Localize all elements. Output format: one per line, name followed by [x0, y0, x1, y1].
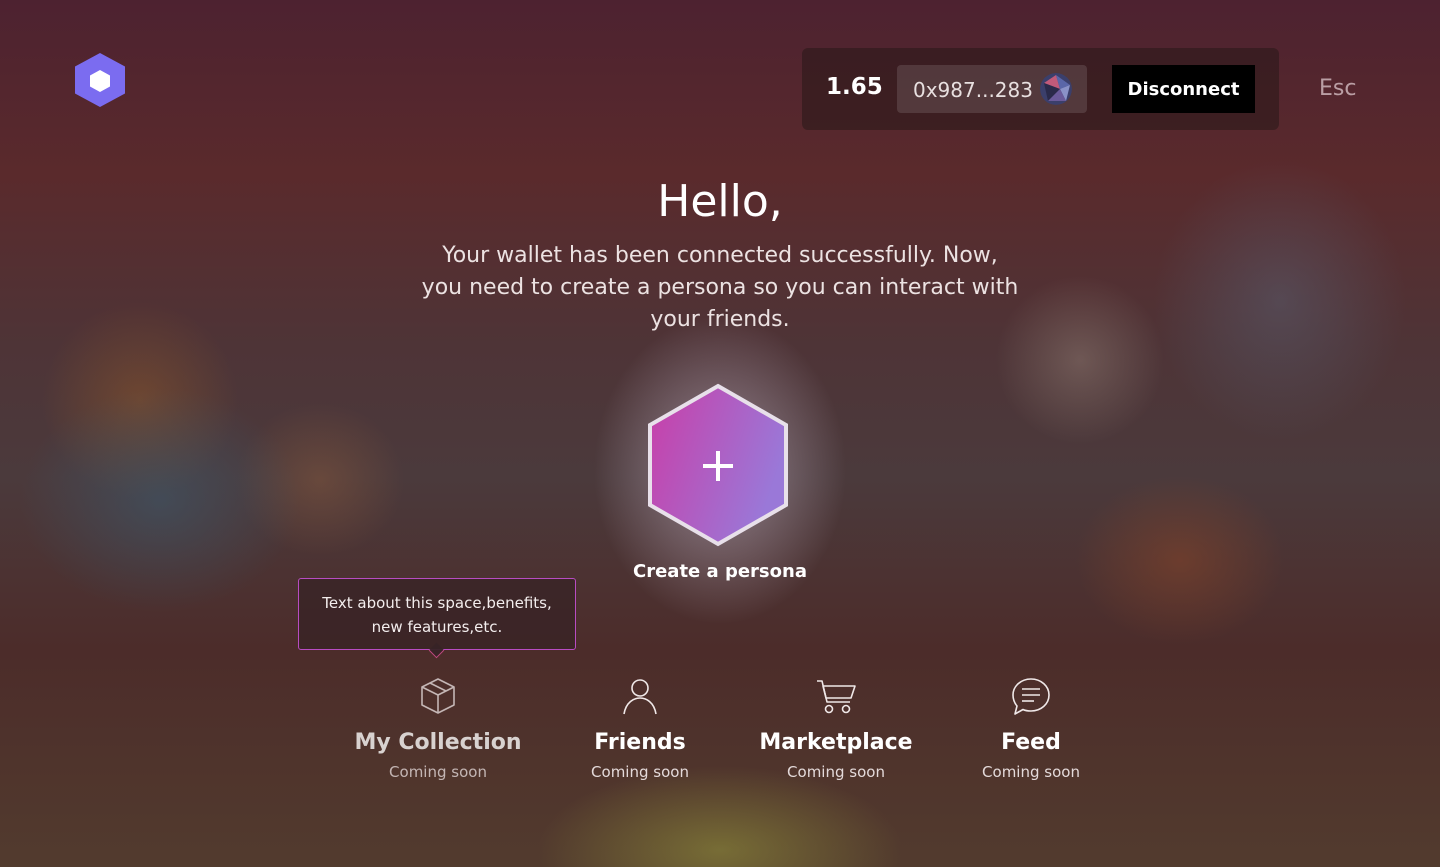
wallet-address: 0x987...283	[913, 78, 1033, 102]
page-title: Hello,	[657, 176, 783, 227]
feature-my-collection[interactable]: My Collection Coming soon	[338, 676, 538, 781]
tooltip-text-line2: new features,etc.	[371, 618, 503, 636]
wallet-balance: 1.65	[826, 74, 883, 100]
create-persona-button[interactable]	[646, 383, 790, 547]
wallet-avatar-icon	[1040, 73, 1072, 105]
feature-title: My Collection	[354, 730, 522, 755]
box-icon	[421, 678, 455, 714]
wallet-address-pill[interactable]: 0x987...283	[897, 65, 1087, 113]
chat-icon	[1012, 678, 1050, 715]
feature-title: Friends	[594, 730, 686, 755]
feature-feed[interactable]: Feed Coming soon	[931, 676, 1131, 781]
feature-title: Feed	[1001, 730, 1061, 755]
wallet-bar: 1.65 0x987...283 Disconnect	[802, 48, 1279, 130]
feature-marketplace[interactable]: Marketplace Coming soon	[736, 676, 936, 781]
collection-tooltip: Text about this space,benefits, new feat…	[298, 578, 576, 659]
feature-subtitle: Coming soon	[389, 763, 487, 781]
create-persona-label: Create a persona	[633, 561, 807, 582]
feature-title: Marketplace	[759, 730, 913, 755]
feature-subtitle: Coming soon	[787, 763, 885, 781]
disconnect-button[interactable]: Disconnect	[1112, 65, 1255, 113]
tooltip-text-line1: Text about this space,benefits,	[322, 594, 552, 612]
cart-icon	[817, 680, 856, 714]
esc-button[interactable]: Esc	[1319, 76, 1356, 101]
feature-subtitle: Coming soon	[591, 763, 689, 781]
hexagon-logo-icon[interactable]	[74, 52, 126, 108]
tooltip-arrow	[428, 642, 445, 659]
connection-message: Your wallet has been connected successfu…	[421, 243, 1019, 332]
user-icon	[623, 679, 657, 715]
feature-friends[interactable]: Friends Coming soon	[540, 676, 740, 781]
feature-subtitle: Coming soon	[982, 763, 1080, 781]
